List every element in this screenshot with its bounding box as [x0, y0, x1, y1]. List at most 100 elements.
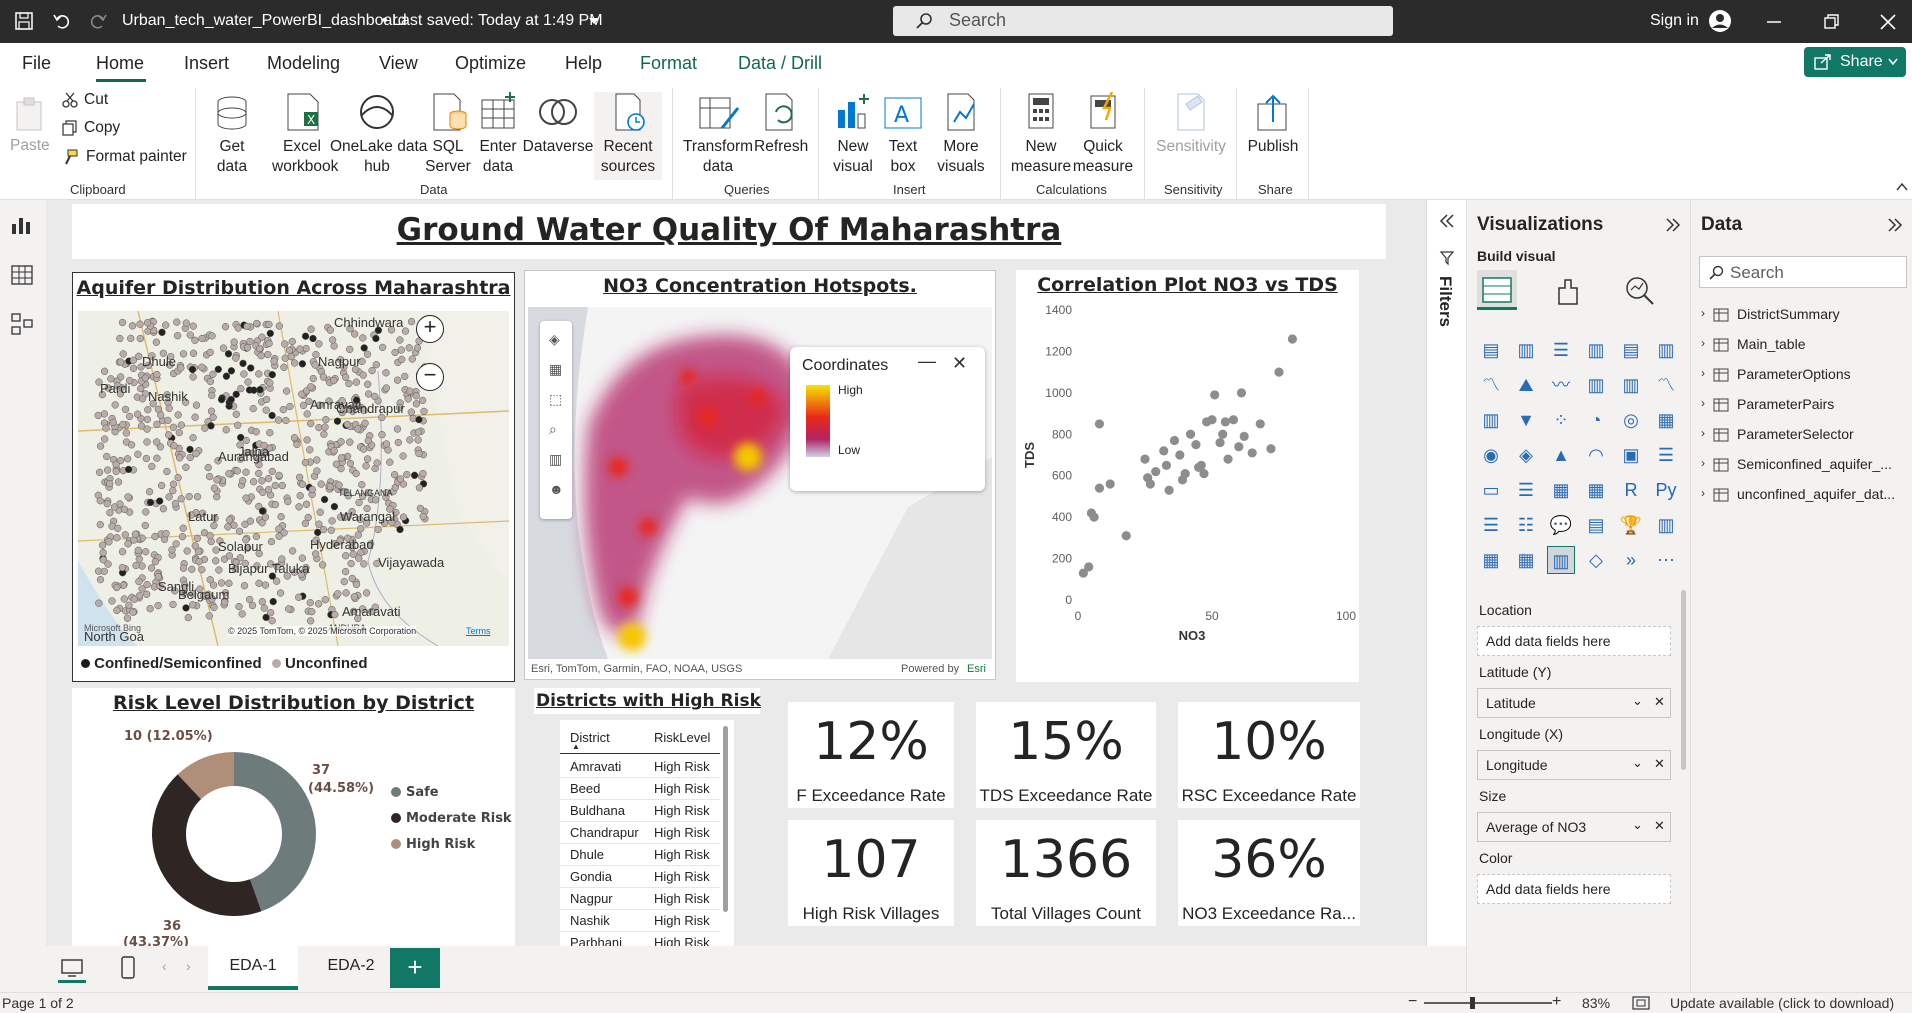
fit-to-page-icon[interactable] — [1632, 996, 1650, 1010]
person-icon[interactable]: ☻ — [549, 481, 564, 497]
table-row[interactable]: Dhule High Risk — [560, 844, 720, 866]
collapse-data-pane-icon[interactable] — [1885, 216, 1903, 234]
scatter-point[interactable] — [1105, 479, 1115, 489]
scatter-point[interactable] — [1266, 444, 1276, 454]
scatter-point[interactable] — [1210, 390, 1220, 400]
table-row[interactable]: Chandrapur High Risk — [560, 822, 720, 844]
chevron-down-icon[interactable]: ⌄ — [1632, 693, 1643, 709]
visual-type-icon[interactable]: ⛰ — [1512, 371, 1540, 399]
cut-button[interactable]: Cut — [84, 90, 108, 110]
tab-home[interactable]: Home — [96, 53, 144, 74]
scatter-point[interactable] — [1287, 334, 1297, 344]
save-icon[interactable] — [14, 11, 34, 31]
text-box-button[interactable]: A Text box — [880, 92, 926, 180]
donut-slice[interactable] — [152, 774, 262, 916]
visual-type-icon[interactable]: ▦ — [1652, 406, 1680, 434]
build-visual-tab[interactable] — [1477, 270, 1517, 310]
remove-field-icon[interactable]: ✕ — [1654, 756, 1665, 772]
chevron-right-icon[interactable]: › — [1701, 366, 1705, 380]
visual-type-icon[interactable]: ▭ — [1477, 476, 1505, 504]
visual-type-icon[interactable]: Py — [1652, 476, 1680, 504]
visual-type-icon[interactable]: ▥ — [1617, 371, 1645, 399]
publish-button[interactable]: Publish — [1246, 92, 1300, 180]
chevron-down-icon[interactable]: ⌄ — [1632, 755, 1643, 771]
data-table-item[interactable]: › unconfined_aquifer_dat... — [1701, 484, 1911, 508]
kpi-card[interactable]: 1366 Total Villages Count — [976, 820, 1156, 926]
scatter-plot[interactable]: 0 200 400 600 800 1000 1200 1400 0 50 100 NO3 TDS — [1016, 300, 1359, 680]
visual-type-icon[interactable]: ▣ — [1617, 441, 1645, 469]
transform-data-button[interactable]: Transform data — [682, 92, 754, 180]
zoom-out-button[interactable]: − — [416, 363, 444, 391]
visual-type-icon[interactable]: 🏆 — [1617, 511, 1645, 539]
chevron-right-icon[interactable]: › — [1701, 456, 1705, 470]
map-terms-link[interactable]: Terms — [466, 626, 491, 636]
scatter-point[interactable] — [1159, 446, 1169, 456]
get-data-button[interactable]: Get data — [210, 92, 254, 180]
excel-workbook-button[interactable]: X Excel workbook — [272, 92, 338, 180]
scatter-point[interactable] — [1239, 431, 1249, 441]
scatter-point[interactable] — [1191, 440, 1201, 450]
scatter-point[interactable] — [1234, 442, 1244, 452]
visual-type-icon[interactable]: ▥ — [1582, 336, 1610, 364]
chevron-right-icon[interactable]: › — [1701, 336, 1705, 350]
kpi-card[interactable]: 12% F Exceedance Rate — [788, 702, 954, 808]
visual-type-icon[interactable]: ▥ — [1547, 546, 1575, 574]
scatter-point[interactable] — [1151, 466, 1161, 477]
qr-icon[interactable]: ▦ — [549, 361, 562, 378]
data-table-item[interactable]: › ParameterSelector — [1701, 424, 1911, 448]
field-well[interactable]: Latitude ⌄ ✕ — [1477, 688, 1671, 718]
visual-type-icon[interactable]: 〽 — [1477, 371, 1505, 399]
kpi-card[interactable]: 10% RSC Exceedance Rate — [1178, 702, 1360, 808]
pane-scrollbar[interactable] — [1681, 590, 1686, 770]
data-table-item[interactable]: › Main_table — [1701, 334, 1911, 358]
visual-type-icon[interactable]: ⁘ — [1547, 406, 1575, 434]
zoom-slider[interactable] — [1424, 1002, 1552, 1004]
share-button[interactable]: Share — [1804, 47, 1906, 77]
risk-donut-visual[interactable]: Risk Level Distribution by District 37 (4… — [72, 688, 515, 946]
chevron-right-icon[interactable]: › — [1701, 306, 1705, 320]
esri-link[interactable]: Esri — [967, 663, 986, 675]
visual-type-icon[interactable]: ◎ — [1617, 406, 1645, 434]
new-measure-button[interactable]: New measure — [1010, 92, 1072, 180]
more-visuals-button[interactable]: More visuals — [930, 92, 992, 180]
field-well[interactable]: Average of NO3 ⌄ ✕ — [1477, 812, 1671, 842]
visual-type-icon[interactable]: ☰ — [1512, 476, 1540, 504]
visual-type-icon[interactable]: 〰 — [1547, 371, 1575, 399]
select-icon[interactable]: ⬚ — [549, 391, 562, 408]
minimize-legend-icon[interactable]: — — [918, 351, 936, 372]
page-tab-eda-2[interactable]: EDA-2 — [306, 946, 396, 990]
tab-help[interactable]: Help — [565, 53, 602, 74]
table-view-icon[interactable] — [10, 264, 34, 286]
visual-type-icon[interactable]: ▦ — [1512, 546, 1540, 574]
field-well[interactable]: Add data fields here — [1477, 626, 1671, 656]
visual-type-icon[interactable]: ◠ — [1582, 441, 1610, 469]
visual-type-icon[interactable]: ▥ — [1652, 336, 1680, 364]
table-row[interactable]: Parbhani High Risk — [560, 932, 720, 946]
tab-view[interactable]: View — [379, 53, 418, 74]
scatter-point[interactable] — [1164, 485, 1174, 495]
collapse-pane-icon[interactable] — [1663, 216, 1681, 234]
last-saved[interactable]: • Last saved: Today at 1:49 PM — [382, 12, 603, 30]
enter-data-button[interactable]: Enter data — [474, 92, 522, 180]
scatter-point[interactable] — [1145, 479, 1155, 489]
visual-type-icon[interactable]: ▦ — [1547, 476, 1575, 504]
visual-type-icon[interactable]: 💬 — [1547, 511, 1575, 539]
format-painter-button[interactable]: Format painter — [86, 147, 187, 167]
scatter-point[interactable] — [1078, 568, 1088, 578]
table-row[interactable]: Nagpur High Risk — [560, 888, 720, 910]
scatter-point[interactable] — [1274, 367, 1284, 377]
visual-type-icon[interactable]: ☷ — [1512, 511, 1540, 539]
chevron-down-icon[interactable] — [588, 16, 600, 26]
visual-type-icon[interactable]: ▥ — [1582, 371, 1610, 399]
data-table-item[interactable]: › ParameterOptions — [1701, 364, 1911, 388]
expand-filters-icon[interactable] — [1437, 212, 1455, 230]
table-row[interactable]: Nashik High Risk — [560, 910, 720, 932]
page-tab-eda-1[interactable]: EDA-1 — [208, 946, 298, 990]
analytics-icon[interactable]: ▥ — [549, 451, 562, 468]
restore-icon[interactable] — [1822, 12, 1842, 32]
model-view-icon[interactable] — [10, 312, 34, 336]
scatter-point[interactable] — [1220, 417, 1230, 427]
kpi-card[interactable]: 36% NO3 Exceedance Ra... — [1178, 820, 1360, 926]
new-visual-button[interactable]: New visual — [828, 92, 878, 180]
visual-type-icon[interactable]: 〽 — [1652, 371, 1680, 399]
